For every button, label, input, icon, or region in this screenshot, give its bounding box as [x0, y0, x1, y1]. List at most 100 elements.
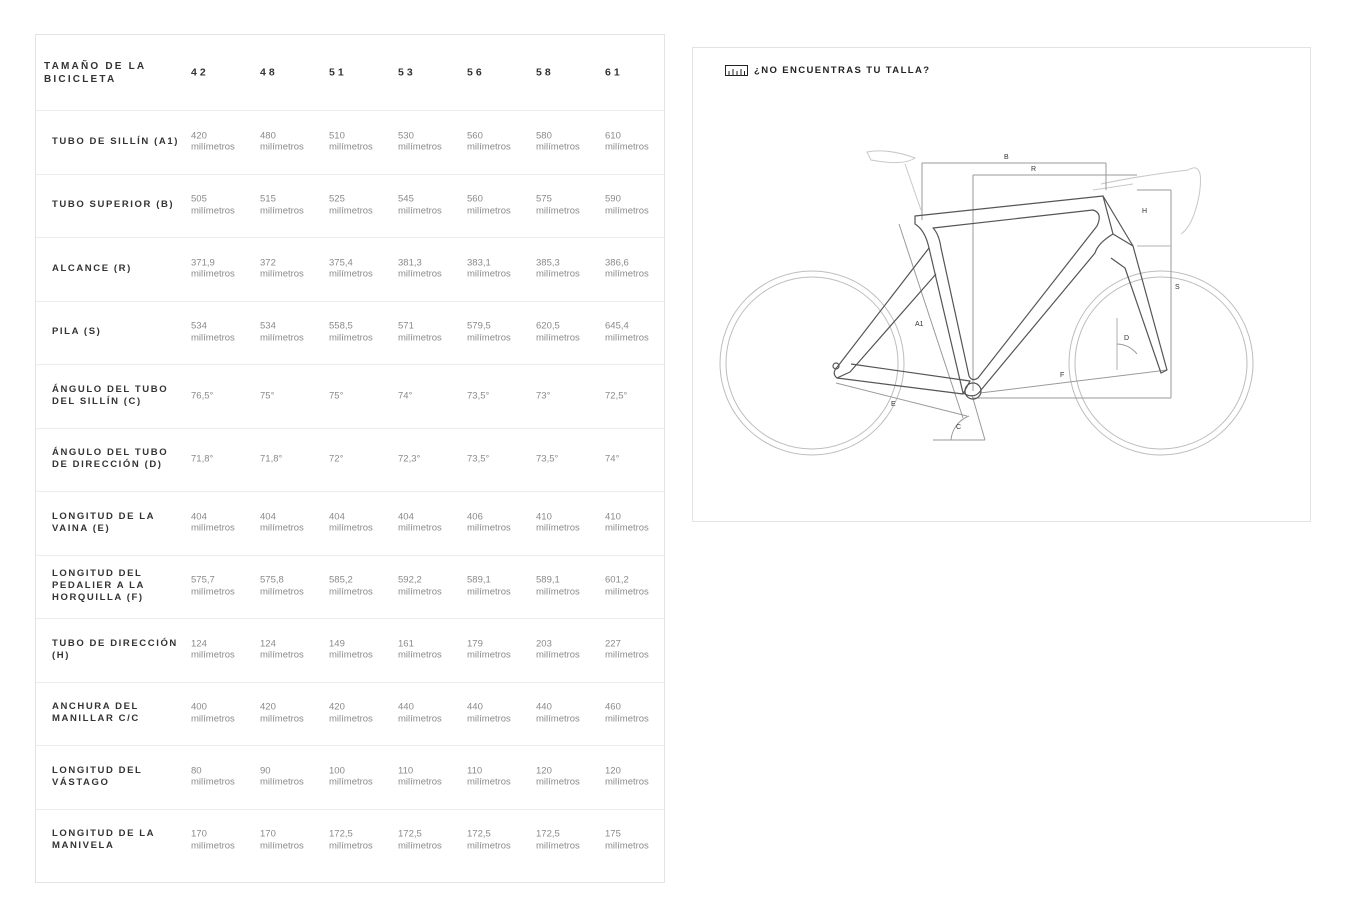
cell-unit: milímetros — [329, 205, 373, 217]
table-row: TUBO DE DIRECCIÓN (H) 124 milímetros 124 mil… — [36, 618, 664, 683]
table-cell: 534 milímetros — [260, 321, 326, 344]
table-cell: 72° — [329, 454, 395, 466]
front-rim — [1074, 276, 1248, 450]
table-cell: 172,5 milímetros — [329, 829, 395, 852]
cell-value: 372 — [260, 257, 276, 269]
table-cell: 575 milímetros — [536, 194, 602, 217]
cell-value: 505 — [191, 193, 207, 205]
label-e: E — [891, 401, 896, 408]
table-cell: 124 milímetros — [191, 638, 257, 661]
table-cell: 460 milímetros — [605, 702, 671, 725]
cell-unit: milímetros — [467, 586, 511, 598]
cell-value: 371,9 — [191, 257, 215, 269]
cell-value: 571 — [398, 320, 414, 332]
cell-unit: milímetros — [329, 776, 373, 788]
cell-value: 404 — [260, 511, 276, 523]
cell-unit: milímetros — [260, 776, 304, 788]
table-row: LONGITUD DEL VÁSTAGO 80 milímetros 90 milíme… — [36, 745, 664, 810]
table-row: LONGITUD DE LA MANIVELA 170 milímetros 170 m… — [36, 809, 664, 873]
row-label: TUBO DE SILLÍN (A1) — [52, 135, 179, 147]
table-cell: 120 milímetros — [605, 765, 671, 788]
label-r: R — [1031, 166, 1036, 173]
cell-value: 645,4 — [605, 320, 629, 332]
cell-value: 440 — [536, 701, 552, 713]
cell-unit: milímetros — [536, 776, 580, 788]
cell-value: 71,8° — [191, 453, 214, 465]
table-cell: 73,5° — [467, 454, 533, 466]
cell-value: 558,5 — [329, 320, 353, 332]
size-column-header: 58 — [536, 65, 554, 78]
cell-unit: milímetros — [605, 776, 649, 788]
size-column-header: 42 — [191, 65, 209, 78]
cell-unit: milímetros — [191, 141, 235, 153]
cell-value: 124 — [260, 638, 276, 650]
cell-value: 480 — [260, 130, 276, 142]
cell-unit: milímetros — [398, 332, 442, 344]
table-cell: 383,1 milímetros — [467, 257, 533, 280]
cell-value: 73° — [536, 390, 551, 401]
table-cell: 404 milímetros — [260, 511, 326, 534]
table-cell: 580 milímetros — [536, 130, 602, 153]
front-wheel — [1068, 270, 1254, 456]
table-cell: 203 milímetros — [536, 638, 602, 661]
table-cell: 71,8° — [260, 454, 326, 466]
cell-unit: milímetros — [260, 522, 304, 534]
table-cell: 175 milímetros — [605, 829, 671, 852]
cell-unit: milímetros — [191, 713, 235, 725]
table-cell: 589,1 milímetros — [467, 575, 533, 598]
label-h: H — [1142, 208, 1147, 215]
table-cell: 440 milímetros — [536, 702, 602, 725]
cell-unit: milímetros — [398, 268, 442, 280]
table-cell: 530 milímetros — [398, 130, 464, 153]
cell-value: 575 — [536, 193, 552, 205]
table-cell: 172,5 milímetros — [467, 829, 533, 852]
table-cell: 560 milímetros — [467, 130, 533, 153]
table-cell: 170 milímetros — [260, 829, 326, 852]
cell-value: 404 — [329, 511, 345, 523]
label-b: B — [1004, 154, 1009, 161]
cell-value: 172,5 — [467, 828, 491, 840]
cell-value: 172,5 — [398, 828, 422, 840]
table-cell: 545 milímetros — [398, 194, 464, 217]
table-cell: 371,9 milímetros — [191, 257, 257, 280]
table-row: LONGITUD DE LA VAINA (E) 404 milímetros 404… — [36, 491, 664, 556]
cell-unit: milímetros — [191, 522, 235, 534]
cell-unit: milímetros — [605, 268, 649, 280]
cell-unit: milímetros — [536, 586, 580, 598]
table-cell: 75° — [329, 390, 395, 402]
cell-unit: milímetros — [329, 713, 373, 725]
cell-unit: milímetros — [536, 840, 580, 852]
cell-unit: milímetros — [536, 522, 580, 534]
cell-value: 545 — [398, 193, 414, 205]
row-label: LONGITUD DEL PEDALIER A LA HORQUILLA (F) — [52, 568, 145, 604]
table-cell: 589,1 milímetros — [536, 575, 602, 598]
table-cell: 110 milímetros — [467, 765, 533, 788]
cell-value: 400 — [191, 701, 207, 713]
cell-unit: milímetros — [605, 649, 649, 661]
seat-stay — [833, 247, 937, 379]
cell-value: 590 — [605, 193, 621, 205]
cell-unit: milímetros — [398, 713, 442, 725]
table-cell: 161 milímetros — [398, 638, 464, 661]
cell-value: 73,5° — [536, 453, 559, 465]
table-cell: 560 milímetros — [467, 194, 533, 217]
size-column-header: 51 — [329, 65, 347, 78]
table-cell: 170 milímetros — [191, 829, 257, 852]
label-d: D — [1124, 335, 1129, 342]
table-cell: 575,7 milímetros — [191, 575, 257, 598]
cell-unit: milímetros — [605, 522, 649, 534]
cell-value: 179 — [467, 638, 483, 650]
cell-value: 406 — [467, 511, 483, 523]
cell-value: 203 — [536, 638, 552, 650]
cell-value: 76,5° — [191, 390, 214, 401]
cell-value: 585,2 — [329, 574, 353, 586]
cell-unit: milímetros — [536, 205, 580, 217]
size-column-header: 61 — [605, 65, 623, 78]
cell-value: 227 — [605, 638, 621, 650]
table-cell: 410 milímetros — [536, 511, 602, 534]
cell-unit: milímetros — [467, 713, 511, 725]
table-cell: 381,3 milímetros — [398, 257, 464, 280]
row-label: TUBO SUPERIOR (B) — [52, 199, 175, 211]
table-cell: 172,5 milímetros — [398, 829, 464, 852]
cell-unit: milímetros — [329, 649, 373, 661]
